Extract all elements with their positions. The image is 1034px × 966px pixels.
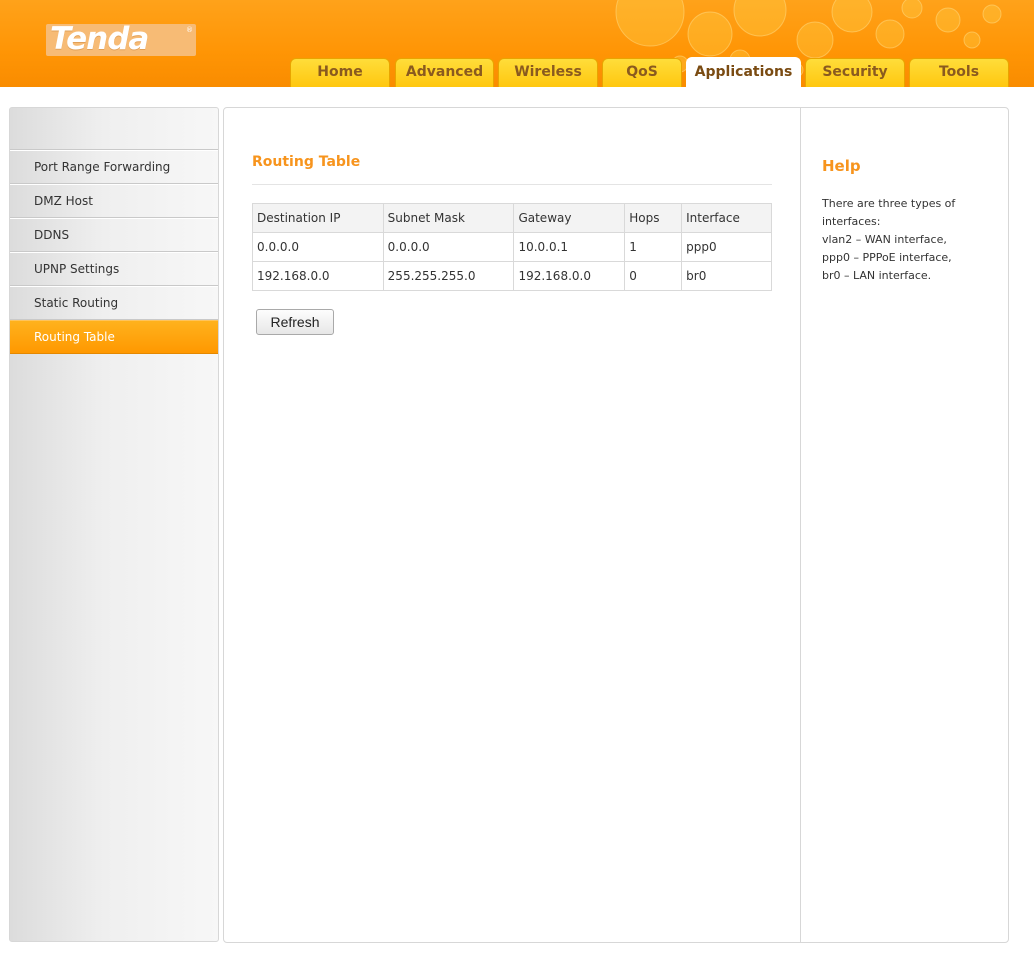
routing-table: Destination IP Subnet Mask Gateway Hops …	[252, 203, 772, 291]
tab-security[interactable]: Security	[805, 58, 905, 87]
cell-subnet-mask: 255.255.255.0	[382, 261, 515, 291]
refresh-button[interactable]: Refresh	[256, 309, 334, 335]
sidebar-menu: Port Range Forwarding DMZ Host DDNS UPNP…	[10, 149, 218, 354]
table-row: 0.0.0.0 0.0.0.0 10.0.0.1 1 ppp0	[252, 232, 772, 262]
column-header-subnet-mask: Subnet Mask	[382, 203, 515, 233]
registered-mark: ®	[186, 26, 193, 34]
sidebar-item-static-routing[interactable]: Static Routing	[10, 286, 218, 320]
column-header-destination-ip: Destination IP	[252, 203, 384, 233]
sidebar-item-port-range-forwarding[interactable]: Port Range Forwarding	[10, 150, 218, 184]
cell-subnet-mask: 0.0.0.0	[382, 232, 515, 262]
tab-wireless[interactable]: Wireless	[498, 58, 598, 87]
title-divider	[252, 184, 772, 185]
tenda-logo: Tenda ®	[46, 21, 196, 57]
help-line: There are three types of	[822, 197, 956, 210]
help-title: Help	[822, 157, 861, 175]
sidebar-item-dmz-host[interactable]: DMZ Host	[10, 184, 218, 218]
tab-applications[interactable]: Applications	[686, 57, 801, 87]
main-panel: Routing Table Destination IP Subnet Mask…	[223, 107, 1009, 943]
cell-hops: 0	[624, 261, 683, 291]
content-area: Routing Table Destination IP Subnet Mask…	[252, 154, 772, 335]
column-header-interface: Interface	[681, 203, 772, 233]
cell-destination-ip: 192.168.0.0	[252, 261, 384, 291]
help-line: interfaces:	[822, 215, 881, 228]
help-text: There are three types of interfaces: vla…	[822, 195, 1002, 285]
sidebar-item-routing-table[interactable]: Routing Table	[10, 320, 218, 354]
cell-hops: 1	[624, 232, 683, 262]
sidebar-item-upnp-settings[interactable]: UPNP Settings	[10, 252, 218, 286]
sidebar-item-ddns[interactable]: DDNS	[10, 218, 218, 252]
top-header: Tenda ® Home Advanced Wireless QoS Appli…	[0, 0, 1034, 87]
help-line: vlan2 – WAN interface,	[822, 233, 947, 246]
table-row: 192.168.0.0 255.255.255.0 192.168.0.0 0 …	[252, 261, 772, 291]
sidebar: Port Range Forwarding DMZ Host DDNS UPNP…	[9, 107, 219, 942]
column-header-gateway: Gateway	[513, 203, 626, 233]
tab-qos[interactable]: QoS	[602, 58, 682, 87]
page-title: Routing Table	[252, 154, 361, 170]
brand-name: Tenda	[50, 21, 149, 57]
tab-tools[interactable]: Tools	[909, 58, 1009, 87]
table-header-row: Destination IP Subnet Mask Gateway Hops …	[252, 203, 772, 233]
cell-gateway: 10.0.0.1	[513, 232, 626, 262]
tab-home[interactable]: Home	[290, 58, 390, 87]
help-panel: Help There are three types of interfaces…	[800, 108, 1008, 942]
cell-interface: br0	[681, 261, 772, 291]
help-line: ppp0 – PPPoE interface,	[822, 251, 952, 264]
cell-gateway: 192.168.0.0	[513, 261, 626, 291]
help-line: br0 – LAN interface.	[822, 269, 932, 282]
cell-destination-ip: 0.0.0.0	[252, 232, 384, 262]
tab-advanced[interactable]: Advanced	[395, 58, 494, 87]
cell-interface: ppp0	[681, 232, 772, 262]
column-header-hops: Hops	[624, 203, 683, 233]
